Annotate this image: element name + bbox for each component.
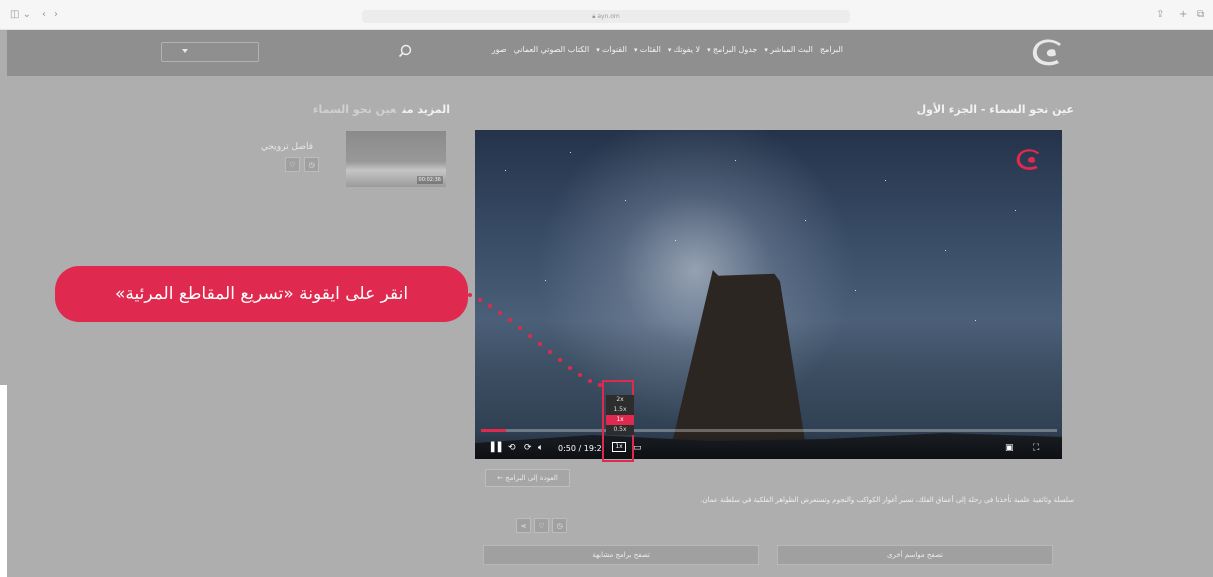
volume-icon[interactable]: 🔈︎ — [538, 443, 543, 453]
page-edge — [0, 30, 7, 385]
chevron-down-icon — [182, 49, 188, 53]
back-to-programs-button[interactable]: العودة إلى البرامج ← — [485, 469, 570, 487]
picture-in-picture-icon[interactable]: ▣ — [1005, 443, 1014, 453]
speed-option-1x[interactable]: 1x — [606, 415, 634, 425]
sidebar-icon[interactable]: ◫ ⌄ — [10, 9, 31, 20]
tabs-icon[interactable]: ⧉ — [1197, 9, 1204, 20]
back-icon[interactable]: ‹ — [42, 9, 46, 20]
address-text: ayn.om — [597, 13, 620, 20]
page-title: عين نحو السماء - الجزء الأول — [916, 103, 1074, 116]
more-from-heading: المزيد من عين نحو السماء — [313, 103, 450, 116]
instruction-callout: انقر على ايقونة «تسريع المقاطع المرئية» — [55, 266, 468, 322]
more-from-program[interactable]: عين نحو السماء — [313, 103, 396, 116]
video-player[interactable]: ▌▌ ⟲ ⟳ 🔈︎ 0:50 / 19:2 ▭ ▣ ⛶ — [475, 130, 1062, 459]
plus-icon[interactable]: + — [1179, 9, 1187, 20]
video-thumbnail[interactable]: 00:02:36 — [346, 131, 446, 187]
thumbnail-duration: 00:02:36 — [416, 176, 443, 184]
speed-option-2x[interactable]: 2x — [606, 395, 634, 405]
speed-option-0-5x[interactable]: 0.5x — [606, 425, 634, 435]
address-bar[interactable]: 🔒︎ ayn.om — [362, 10, 850, 23]
top-navigation: البرامج البث المباشر جدول البرامج لا يفو… — [7, 30, 1213, 76]
nav-item-schedule[interactable]: جدول البرامج — [707, 45, 758, 54]
speed-menu: 2x 1.5x 1x 0.5x — [606, 395, 634, 435]
nav-item-audiobook[interactable]: الكتاب الصوتي العماني — [514, 45, 590, 54]
duration: 19:2 — [583, 444, 602, 453]
progress-bar[interactable] — [481, 429, 1057, 432]
clock-icon[interactable]: ◷ — [304, 157, 319, 172]
share-icon[interactable]: ⋖ — [516, 518, 531, 533]
heart-icon[interactable]: ♡ — [285, 157, 300, 172]
nav-item-channels[interactable]: القنوات — [596, 45, 627, 54]
speed-option-1-5x[interactable]: 1.5x — [606, 405, 634, 415]
nav-menu: البرامج البث المباشر جدول البرامج لا يفو… — [492, 45, 843, 54]
language-select[interactable] — [161, 42, 259, 62]
current-time: 0:50 — [558, 444, 576, 453]
channel-logo — [1016, 149, 1040, 170]
nav-item-programs[interactable]: البرامج — [820, 45, 843, 54]
forward-icon[interactable]: › — [54, 9, 58, 20]
site-logo[interactable] — [1029, 38, 1065, 68]
time-display: 0:50 / 19:2 — [558, 444, 602, 453]
progress-fill — [481, 429, 506, 432]
thumbnail-title[interactable]: فاصل ترويجي — [261, 142, 313, 152]
program-description: سلسلة وثائقية علمية تأخذنا في رحلة إلى أ… — [700, 496, 1074, 504]
browse-similar-button[interactable]: تصفح برامج مشابهة — [483, 545, 759, 565]
clock-icon[interactable]: ◷ — [552, 518, 567, 533]
nav-item-dont-miss[interactable]: لا يفوتك — [668, 45, 700, 54]
search-icon[interactable] — [398, 44, 412, 58]
heart-icon[interactable]: ♡ — [534, 518, 549, 533]
subtitles-icon[interactable]: ▭ — [633, 443, 642, 453]
forward-10-icon[interactable]: ⟳ — [524, 443, 532, 453]
browser-toolbar: ◫ ⌄ ‹ › 🔒︎ ayn.om ⇪ + ⧉ — [0, 0, 1213, 30]
nav-item-categories[interactable]: الفئات — [634, 45, 661, 54]
nav-item-live[interactable]: البث المباشر — [764, 45, 813, 54]
pause-icon[interactable]: ▌▌ — [491, 443, 505, 453]
share-icon[interactable]: ⇪ — [1156, 9, 1164, 20]
nav-item-photos[interactable]: صور — [492, 45, 507, 54]
fullscreen-icon[interactable]: ⛶ — [1033, 443, 1039, 453]
browse-seasons-button[interactable]: تصفح مواسم أخرى — [777, 545, 1053, 565]
more-from-label: المزيد من — [402, 103, 450, 116]
playback-speed-button[interactable]: 1x — [612, 442, 626, 452]
rewind-10-icon[interactable]: ⟲ — [508, 443, 516, 453]
